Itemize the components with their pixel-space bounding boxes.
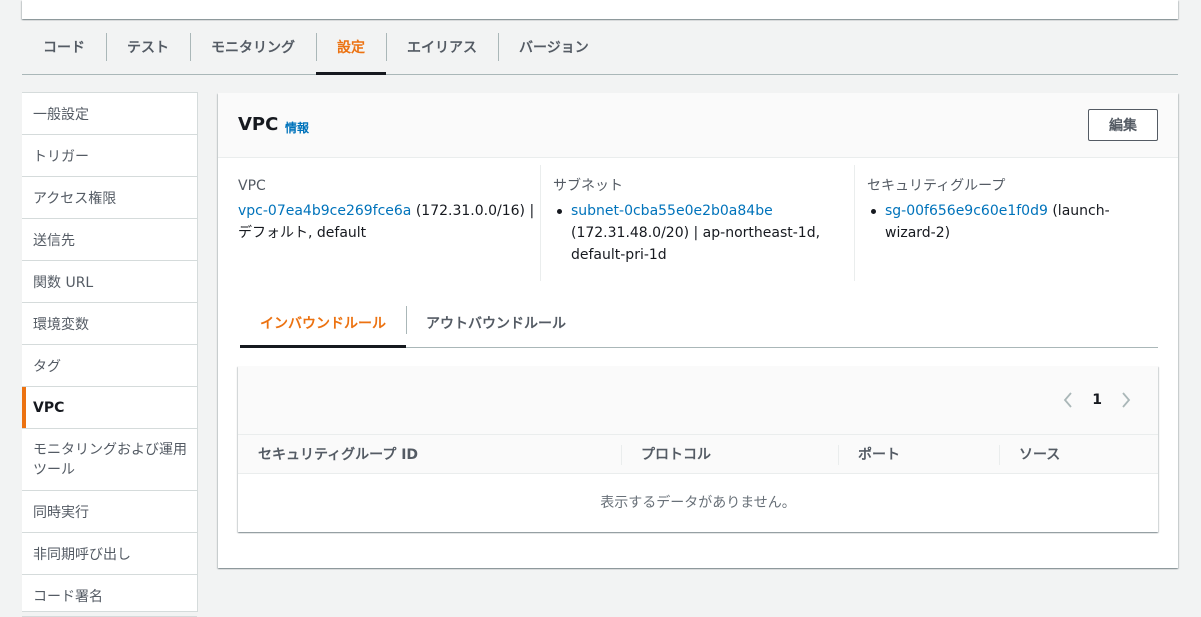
subnet-column: サブネット subnet-0cba55e0e2b0a84be (172.31.4… [540, 165, 854, 281]
tab-test[interactable]: テスト [106, 19, 190, 74]
side-nav-triggers[interactable]: トリガー [22, 135, 197, 177]
vpc-column: VPC vpc-07ea4b9ce269fce6a (172.31.0.0/16… [238, 165, 538, 281]
side-nav-async-invocation[interactable]: 非同期呼び出し [22, 533, 197, 575]
side-nav-vpc[interactable]: VPC [22, 387, 197, 429]
vpc-label: VPC [238, 178, 266, 194]
tab-outbound-rules[interactable]: アウトバウンドルール [406, 298, 586, 347]
configuration-side-nav: 一般設定 トリガー アクセス権限 送信先 関数 URL 環境変数 タグ VPC … [22, 92, 198, 617]
rule-tabs: インバウンドルール アウトバウンドルール [240, 298, 1158, 348]
security-group-label: セキュリティグループ [867, 178, 1006, 194]
empty-state: 表示するデータがありません。 [600, 495, 796, 511]
subnet-detail: (172.31.48.0/20) | ap-northeast-1d, defa… [571, 225, 821, 263]
previous-panel-card [22, 0, 1178, 19]
tab-versions[interactable]: バージョン [498, 19, 610, 74]
column-header-port[interactable]: ポート [838, 435, 999, 473]
edit-button[interactable]: 編集 [1088, 109, 1158, 141]
subnet-list: subnet-0cba55e0e2b0a84be (172.31.48.0/20… [553, 200, 844, 266]
subnet-label: サブネット [553, 178, 623, 194]
chevron-left-icon[interactable] [1060, 392, 1076, 408]
tab-inbound-rules[interactable]: インバウンドルール [240, 298, 406, 348]
panel-title: VPC [238, 114, 279, 135]
info-link[interactable]: 情報 [285, 119, 309, 136]
column-header-source[interactable]: ソース [999, 435, 1158, 473]
side-nav-monitoring-tools[interactable]: モニタリングおよび運用ツール [22, 429, 197, 491]
side-nav-concurrency[interactable]: 同時実行 [22, 491, 197, 533]
list-item: sg-00f656e9c60e1f0d9 (launch-wizard-2) [867, 200, 1158, 244]
table-toolbar: 1 [238, 366, 1158, 434]
side-nav-permissions[interactable]: アクセス権限 [22, 177, 197, 219]
side-nav-function-url[interactable]: 関数 URL [22, 261, 197, 303]
function-tabs: コード テスト モニタリング 設定 エイリアス バージョン [22, 19, 1178, 75]
list-item: subnet-0cba55e0e2b0a84be (172.31.48.0/20… [553, 200, 844, 266]
column-header-protocol[interactable]: プロトコル [621, 435, 838, 473]
subnet-id-link[interactable]: subnet-0cba55e0e2b0a84be [571, 203, 773, 219]
vpc-value: vpc-07ea4b9ce269fce6a (172.31.0.0/16) | … [238, 200, 538, 244]
security-group-id-link[interactable]: sg-00f656e9c60e1f0d9 [885, 203, 1048, 219]
security-group-list: sg-00f656e9c60e1f0d9 (launch-wizard-2) [867, 200, 1158, 244]
pagination: 1 [1060, 392, 1134, 408]
side-nav-destinations[interactable]: 送信先 [22, 219, 197, 261]
pager-page[interactable]: 1 [1090, 392, 1104, 408]
tab-configuration[interactable]: 設定 [316, 19, 386, 75]
tab-aliases[interactable]: エイリアス [386, 19, 498, 74]
table-header: セキュリティグループ ID プロトコル ポート ソース [238, 434, 1158, 474]
rules-table: 1 セキュリティグループ ID プロトコル ポート ソース 表示するデータがあり… [238, 366, 1158, 532]
side-nav-tags[interactable]: タグ [22, 345, 197, 387]
vpc-panel-header: VPC 情報 編集 [218, 93, 1178, 158]
side-nav-code-signing[interactable]: コード署名 [22, 575, 197, 617]
vpc-id-link[interactable]: vpc-07ea4b9ce269fce6a [238, 203, 411, 219]
chevron-right-icon[interactable] [1118, 392, 1134, 408]
column-header-security-group-id[interactable]: セキュリティグループ ID [238, 435, 621, 473]
security-group-column: セキュリティグループ sg-00f656e9c60e1f0d9 (launch-… [854, 165, 1158, 281]
tab-monitoring[interactable]: モニタリング [190, 19, 316, 74]
side-nav-general[interactable]: 一般設定 [22, 93, 197, 135]
side-nav-environment-variables[interactable]: 環境変数 [22, 303, 197, 345]
vpc-panel: VPC 情報 編集 VPC vpc-07ea4b9ce269fce6a (172… [218, 93, 1178, 568]
tab-code[interactable]: コード [22, 19, 106, 74]
